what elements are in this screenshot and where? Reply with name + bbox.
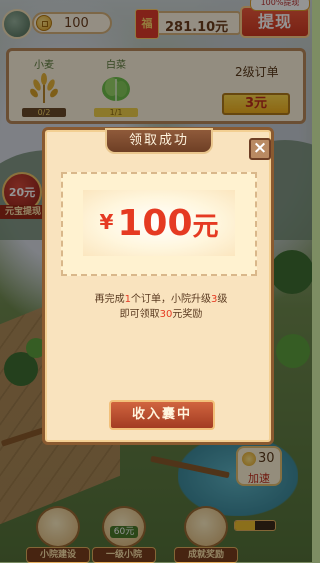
reward-dialog: 领取成功 × ¥100元 再完成1个订单，小院升级3级 即可领取30元奖励 收入…	[42, 127, 274, 445]
desc-text: 再完成	[94, 294, 125, 305]
dialog-description: 再完成1个订单，小院升级3级 即可领取30元奖励	[55, 292, 267, 322]
desc-text: 元奖励	[172, 309, 203, 320]
desc-text: 级	[217, 294, 228, 305]
desc-line-2: 即可领取30元奖励	[55, 307, 267, 322]
desc-highlight: 30	[159, 309, 173, 320]
reward-unit: 元	[192, 212, 219, 242]
reward-glow: ¥100元	[83, 190, 235, 256]
currency-symbol: ¥	[99, 210, 114, 234]
desc-text: 即可领取	[119, 309, 160, 320]
reward-amount: ¥100元	[83, 200, 235, 249]
reward-box: ¥100元	[61, 172, 257, 276]
desc-line-1: 再完成1个订单，小院升级3级	[55, 292, 267, 307]
close-icon[interactable]: ×	[249, 138, 271, 160]
reward-number: 100	[117, 203, 193, 244]
dialog-title: 领取成功	[105, 128, 213, 154]
collect-button[interactable]: 收入囊中	[109, 400, 215, 430]
desc-text: 个订单，小院升级	[131, 294, 211, 305]
